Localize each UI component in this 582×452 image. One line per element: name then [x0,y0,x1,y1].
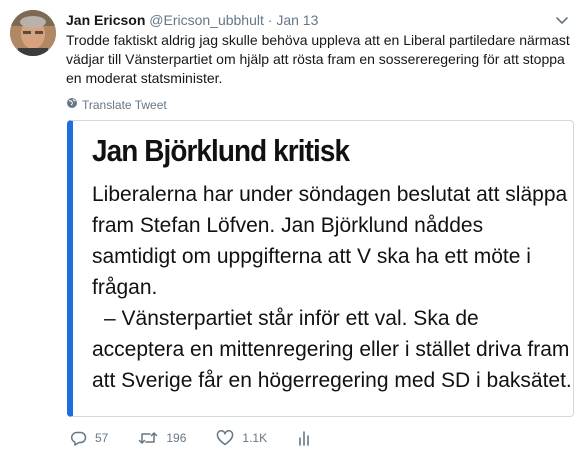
globe-icon [66,97,78,112]
card-paragraph-2: – Vänsterpartiet står inför ett val. Ska… [92,307,572,392]
chevron-down-icon[interactable] [554,12,570,28]
tweet-header: Jan Ericson @Ericson_ubbhult · Jan 13 [66,11,318,29]
card-paragraph-1: Liberalerna har under söndagen beslutat … [92,183,568,299]
reply-button[interactable]: 57 [70,430,108,446]
author-handle[interactable]: @Ericson_ubbhult [149,12,264,28]
retweet-button[interactable]: 196 [138,430,186,446]
like-count: 1.1K [242,431,268,445]
translate-label: Translate Tweet [82,97,167,112]
tweet-date[interactable]: Jan 13 [276,12,318,28]
reply-count: 57 [95,431,109,445]
analytics-button[interactable] [297,430,311,446]
tweet: Jan Ericson @Ericson_ubbhult · Jan 13 Tr… [0,0,582,452]
tweet-actions: 57 196 1.1K [70,430,341,446]
card-title: Jan Björklund kritisk [92,133,350,168]
analytics-icon [297,430,311,446]
card-body: Liberalerna har under söndagen beslutat … [92,179,572,396]
reply-icon [70,430,87,446]
retweet-icon [138,430,158,446]
translate-tweet-link[interactable]: Translate Tweet [66,97,167,112]
avatar[interactable] [10,10,56,56]
heart-icon [216,430,234,446]
tweet-text: Trodde faktiskt aldrig jag skulle behöva… [66,32,570,86]
avatar-image [10,10,56,56]
attached-image-card[interactable]: Jan Björklund kritisk Liberalerna har un… [67,120,574,417]
author-name[interactable]: Jan Ericson [66,12,145,28]
like-button[interactable]: 1.1K [216,430,267,446]
retweet-count: 196 [166,431,187,445]
header-separator: · [267,12,273,28]
